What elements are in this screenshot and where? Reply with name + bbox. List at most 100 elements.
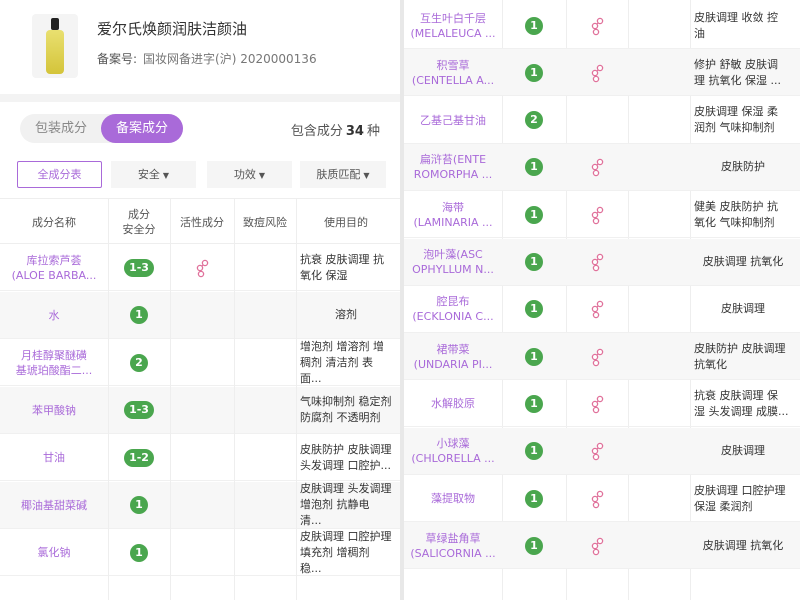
table-row[interactable]: 水 1 溶剂 [0, 291, 400, 339]
usage-purpose: 抗衰 皮肤调理 保 湿 头发调理 成膜... [694, 388, 789, 418]
acne-risk-cell [628, 97, 690, 144]
filter-all-ingredients[interactable]: 全成分表 [17, 161, 102, 188]
table-row[interactable]: 海带 (LAMINARIA ... 1 健美 皮肤防护 抗 氧化 气味抑制剂 [404, 191, 800, 239]
safety-score-cell: 1 [502, 380, 566, 427]
safety-score-cell: 1-2 [108, 434, 170, 481]
table-row[interactable]: 腔昆布 (ECKLONIA C... 1 皮肤调理 [404, 286, 800, 333]
ingredient-name[interactable]: 藻提取物 [404, 475, 502, 522]
ingredient-name[interactable]: 苯甲酸钠 [0, 387, 108, 434]
active-ingredient-cell [566, 333, 628, 380]
acne-risk-cell [234, 339, 296, 386]
usage-purpose: 气味抑制剂 稳定剂 防腐剂 不透明剂 [300, 395, 392, 424]
usage-purpose: 增泡剂 增溶剂 增 稠剂 清洁剂 表面... [300, 339, 384, 385]
active-ingredient-cell [566, 239, 628, 286]
safety-score-badge: 1-3 [124, 258, 154, 277]
safety-score-badge: 1 [130, 306, 148, 324]
acne-risk-cell [628, 475, 690, 522]
safety-score-badge: 1 [525, 536, 543, 555]
safety-score-badge: 1-2 [124, 448, 154, 467]
table-row[interactable]: 水解胶原 1 抗衰 皮肤调理 保 湿 头发调理 成膜... [404, 380, 800, 428]
table-header: 成分名称 成分 安全分 活性成分 致痘风险 使用目的 [0, 198, 400, 244]
safety-score-cell: 1 [502, 286, 566, 333]
table-row[interactable]: 小球藻 (CHLORELLA ... 1 皮肤调理 [404, 427, 800, 475]
filter-skin-type[interactable]: 肤质匹配 ▼ [300, 161, 386, 188]
table-row[interactable]: 甘油 1-2 皮肤防护 皮肤调理 头发调理 口腔护... [0, 434, 400, 481]
filter-safety[interactable]: 安全 ▼ [111, 161, 196, 188]
ingredient-name[interactable]: 积雪草 (CENTELLA A... [404, 49, 502, 96]
table-row[interactable]: 苯甲酸钠 1-3 气味抑制剂 稳定剂 防腐剂 不透明剂 [0, 386, 400, 434]
safety-score-cell: 2 [502, 97, 566, 144]
table-row[interactable]: 草绿盐角草 (SALICORNIA ... 1 皮肤调理 抗氧化 [404, 522, 800, 570]
table-row[interactable]: 泡叶藻(ASC OPHYLLUM N... 1 皮肤调理 抗氧化 [404, 238, 800, 286]
filter-all-label: 全成分表 [37, 168, 82, 181]
active-ingredient-cell [566, 380, 628, 427]
tab-packaging-ingredients[interactable]: 包装成分 [20, 114, 102, 143]
ingredient-name[interactable]: 裙带菜 (UNDARIA PI... [404, 333, 502, 380]
filter-bar: 全成分表 安全 ▼ 功效 ▼ 肤质匹配 ▼ [0, 152, 400, 198]
table-row[interactable]: 椰油基甜菜碱 1 皮肤调理 头发调理 增泡剂 抗静电 清... [0, 481, 400, 529]
column-header-score: 成分 安全分 [122, 208, 156, 236]
usage-purpose: 修护 舒敏 皮肤调 理 抗氧化 保湿 ... [694, 57, 781, 87]
usage-purpose: 皮肤调理 头发调理 增泡剂 抗静电 清... [300, 482, 392, 527]
ingredient-name[interactable]: 草绿盐角草 (SALICORNIA ... [404, 522, 502, 569]
table-row[interactable]: 裙带菜 (UNDARIA PI... 1 皮肤防护 皮肤调理 抗氧化 [404, 333, 800, 381]
ingredient-name[interactable]: 互生叶白千层 (MELALEUCA ... [404, 2, 502, 49]
ingredient-name[interactable]: 椰油基甜菜碱 [0, 482, 108, 529]
ingredient-name[interactable]: 月桂醇聚醚磺 基琥珀酸酯二... [0, 339, 108, 386]
acne-risk-cell [628, 286, 690, 333]
ingredient-source-toggle: 包装成分 备案成分 [20, 114, 183, 143]
ingredient-count-number: 34 [345, 124, 364, 139]
safety-score-cell: 1 [502, 191, 566, 238]
product-name: 爱尔氏焕颜润肤洁颜油 [97, 20, 248, 38]
usage-purpose: 皮肤防护 皮肤调理 抗氧化 [694, 341, 786, 371]
usage-purpose: 皮肤调理 口腔护理 保湿 柔润剂 [694, 483, 786, 513]
acne-risk-cell [628, 49, 690, 96]
table-row[interactable]: 藻提取物 1 皮肤调理 口腔护理 保湿 柔润剂 [404, 475, 800, 522]
section-divider [0, 94, 400, 102]
acne-risk-cell [234, 529, 296, 576]
ingredient-count: 包含成分 34 种 [291, 120, 380, 139]
table-row[interactable]: 月桂醇聚醚磺 基琥珀酸酯二... 2 增泡剂 增溶剂 增 稠剂 清洁剂 表面... [0, 339, 400, 386]
safety-score-cell: 1 [502, 144, 566, 191]
filter-efficacy[interactable]: 功效 ▼ [207, 161, 292, 188]
ingredient-name[interactable]: 水解胶原 [404, 380, 502, 427]
acne-risk-cell [628, 191, 690, 238]
table-row[interactable]: 扁浒苔(ENTE ROMORPHA ... 1 皮肤防护 [404, 143, 800, 191]
safety-score-badge: 2 [130, 353, 148, 372]
active-ingredient-cell [170, 529, 234, 576]
column-header-acne: 致痘风险 [243, 215, 287, 229]
ingredient-name[interactable]: 扁浒苔(ENTE ROMORPHA ... [404, 144, 502, 191]
column-header-name: 成分名称 [32, 215, 76, 229]
active-ingredient-cell [566, 286, 628, 333]
ingredient-name[interactable]: 小球藻 (CHLORELLA ... [404, 428, 502, 475]
ingredient-name[interactable]: 氯化钠 [0, 529, 108, 576]
table-row[interactable]: 互生叶白千层 (MELALEUCA ... 1 皮肤调理 收敛 控 油 [404, 2, 800, 49]
ingredient-name[interactable]: 腔昆布 (ECKLONIA C... [404, 286, 502, 333]
table-row[interactable]: 积雪草 (CENTELLA A... 1 修护 舒敏 皮肤调 理 抗氧化 保湿 ..… [404, 49, 800, 97]
ingredient-name[interactable]: 库拉索芦荟 (ALOE BARBA... [0, 244, 108, 291]
active-ingredient-cell [566, 522, 628, 569]
usage-purpose: 皮肤调理 抗氧化 [702, 255, 784, 268]
safety-score-cell: 1 [502, 522, 566, 569]
ingredient-name[interactable]: 泡叶藻(ASC OPHYLLUM N... [404, 239, 502, 286]
active-ingredient-cell [566, 2, 628, 49]
active-ingredient-cell [566, 475, 628, 522]
filter-efficacy-label: 功效 [233, 168, 256, 181]
safety-score-cell: 1 [108, 482, 170, 529]
safety-score-cell: 2 [108, 339, 170, 386]
safety-score-badge: 1 [130, 496, 148, 514]
ingredient-name[interactable]: 甘油 [0, 434, 108, 481]
tab-registered-ingredients[interactable]: 备案成分 [101, 114, 183, 143]
table-row[interactable]: 氯化钠 1 皮肤调理 口腔护理 填充剂 增稠剂 稳... [0, 529, 400, 576]
acne-risk-cell [628, 380, 690, 427]
molecule-icon [591, 442, 604, 461]
ingredient-name[interactable]: 水 [0, 292, 108, 339]
table-row[interactable]: 乙基己基甘油 2 皮肤调理 保湿 柔 润剂 气味抑制剂 [404, 97, 800, 144]
column-header-use: 使用目的 [324, 215, 368, 229]
table-row[interactable]: 库拉索芦荟 (ALOE BARBA... 1-3 抗衰 皮肤调理 抗 氧化 保湿 [0, 244, 400, 291]
usage-purpose: 溶剂 [335, 308, 357, 321]
safety-score-cell: 1 [502, 2, 566, 49]
ingredient-name[interactable]: 海带 (LAMINARIA ... [404, 191, 502, 238]
molecule-icon [591, 395, 604, 414]
ingredient-name[interactable]: 乙基己基甘油 [404, 97, 502, 144]
